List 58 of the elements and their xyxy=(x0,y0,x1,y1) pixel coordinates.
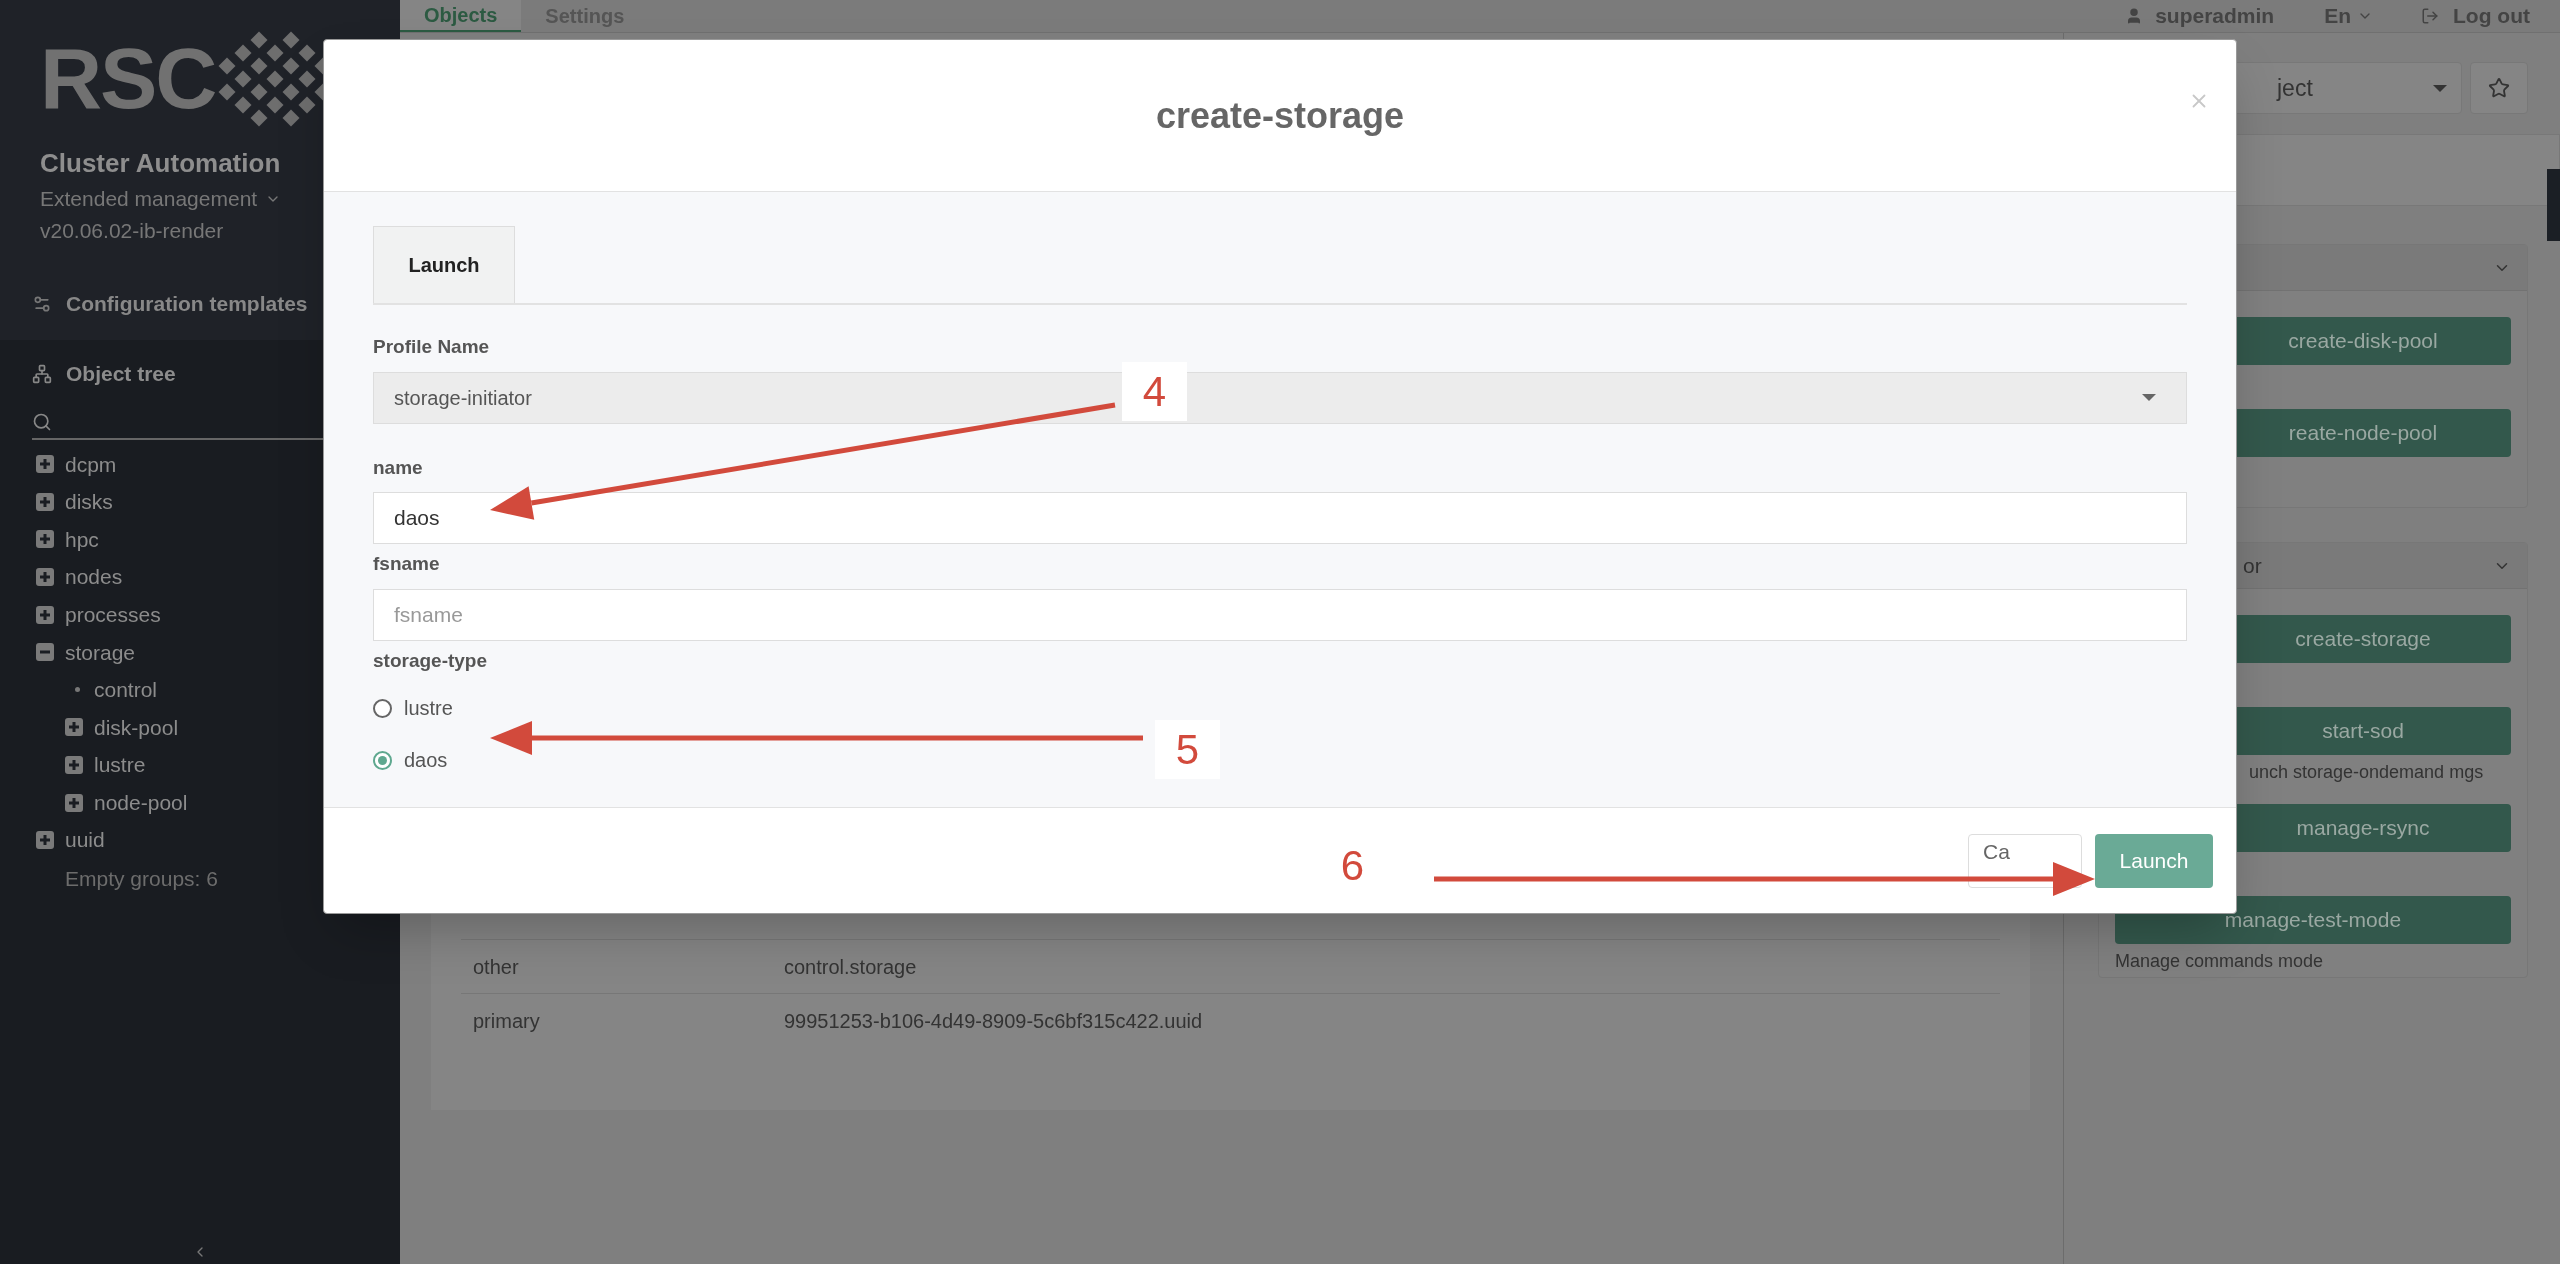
action-description: unch storage-ondemand mgs xyxy=(2248,761,2485,784)
caret-icon xyxy=(2433,84,2447,92)
radio-label: daos xyxy=(404,748,448,773)
tree-item[interactable]: node-pool xyxy=(94,786,188,819)
launch-button[interactable]: Launch xyxy=(2095,833,2213,888)
table-cell-text: other xyxy=(472,954,520,980)
modal-title: create-storage xyxy=(1155,93,1405,138)
radio-label: lustre xyxy=(404,696,453,721)
field-label: fsname xyxy=(373,552,441,576)
app-title: Cluster Automation xyxy=(40,147,282,180)
sitemap-icon xyxy=(32,363,52,384)
tree-item[interactable]: nodes xyxy=(65,561,123,593)
plus-square-icon[interactable] xyxy=(65,793,83,812)
empty-groups-label: Empty groups: 6 xyxy=(64,866,219,893)
tree-item[interactable]: control xyxy=(94,674,158,706)
star-icon xyxy=(2488,77,2510,99)
tree-item[interactable]: storage xyxy=(65,636,136,668)
action-description: Manage commands mode xyxy=(2115,950,2325,973)
config-templates-link[interactable]: Configuration templates xyxy=(66,288,308,320)
tree-item[interactable]: lustre xyxy=(94,749,146,781)
logout-icon xyxy=(2421,7,2440,25)
field-label: storage-type xyxy=(373,648,489,673)
caret-icon xyxy=(2142,394,2156,401)
plus-square-icon[interactable] xyxy=(36,831,54,850)
text-field[interactable]: daos xyxy=(373,492,2187,544)
mode-dropdown[interactable]: Extended management xyxy=(40,183,258,215)
plus-square-icon[interactable] xyxy=(65,718,83,737)
radio-button[interactable] xyxy=(373,698,392,718)
tree-item[interactable]: dcpm xyxy=(65,448,117,481)
table-cell-text: primary xyxy=(472,1008,541,1034)
minus-square-icon[interactable] xyxy=(36,643,54,662)
bullet-icon xyxy=(75,687,80,693)
tree-item[interactable]: uuid xyxy=(65,824,105,856)
form-tab[interactable]: Launch xyxy=(373,226,515,303)
table-cell-text: control.storage xyxy=(784,954,917,980)
plus-square-icon[interactable] xyxy=(36,605,54,624)
tree-item[interactable]: hpc xyxy=(65,523,99,556)
tree-item[interactable]: processes xyxy=(65,598,161,631)
plus-square-icon[interactable] xyxy=(36,530,54,549)
field-label: Profile Name xyxy=(373,335,491,359)
logo-text: RSC xyxy=(40,35,216,121)
card-title: or xyxy=(2243,552,2262,579)
tree-item[interactable]: disks xyxy=(65,486,113,518)
favorite-button[interactable] xyxy=(2470,62,2528,114)
step-number: 5 xyxy=(1155,720,1220,779)
plus-square-icon[interactable] xyxy=(65,756,83,775)
tree-item[interactable]: disk-pool xyxy=(94,711,179,744)
tree-title: Object tree xyxy=(66,361,176,387)
plus-square-icon[interactable] xyxy=(36,455,54,474)
step-number: 4 xyxy=(1122,362,1187,421)
plus-square-icon[interactable] xyxy=(36,492,54,511)
field-label: name xyxy=(373,455,424,480)
table-cell-text: 99951253-b106-4d49-8909-5c6bf315c422.uuid xyxy=(784,1008,1203,1034)
radio-button[interactable] xyxy=(373,750,392,770)
text-field[interactable]: fsname xyxy=(373,588,2187,641)
plus-square-icon[interactable] xyxy=(36,568,54,587)
version-label: v20.06.02-ib-render xyxy=(40,217,225,244)
search-icon xyxy=(32,411,52,432)
